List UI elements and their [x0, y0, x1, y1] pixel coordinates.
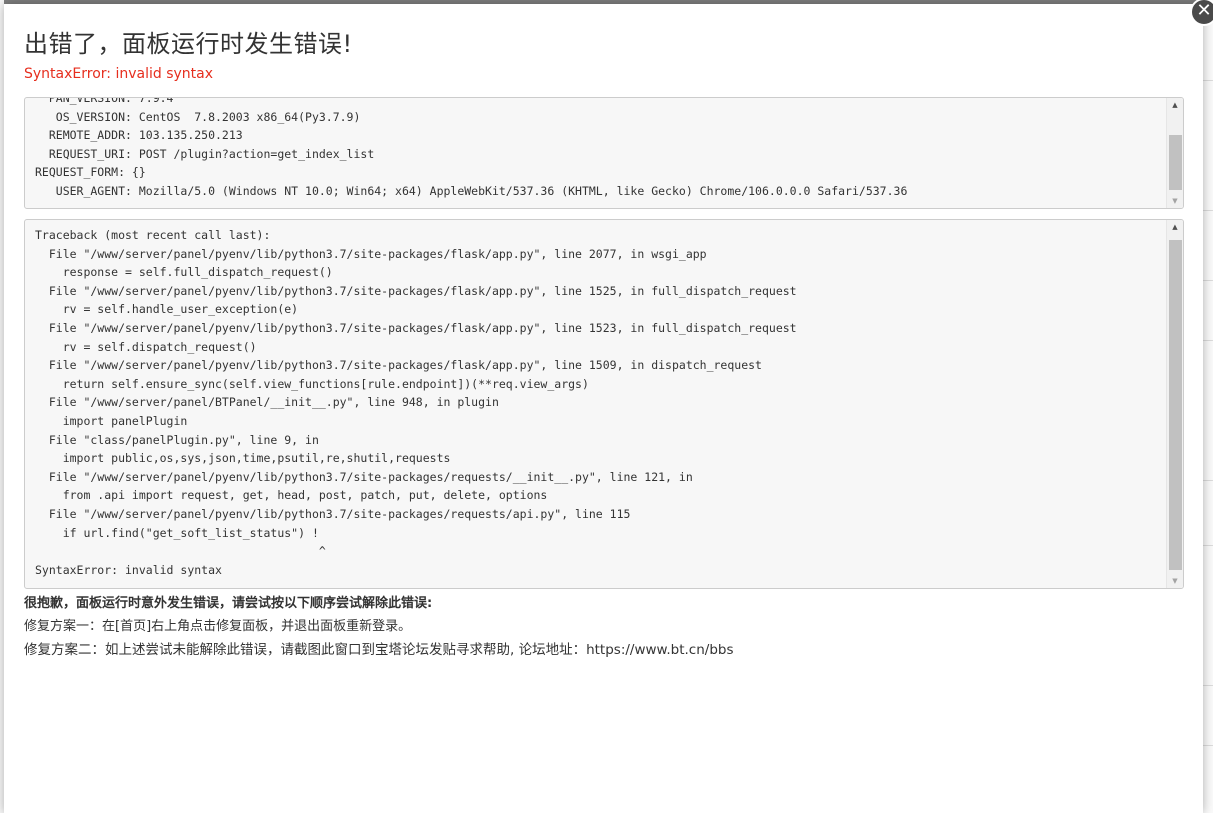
- env-line: REMOTE_ADDR: 103.135.250.213: [35, 128, 243, 143]
- dialog-title: 出错了，面板运行时发生错误!: [24, 30, 353, 58]
- trace-line: File "/www/server/panel/pyenv/lib/python…: [35, 506, 631, 521]
- traceback-text: Traceback (most recent call last): File …: [35, 226, 1165, 579]
- env-line: USER_AGENT: Mozilla/5.0 (Windows NT 10.0…: [35, 183, 908, 198]
- close-icon[interactable]: ✕: [1190, 0, 1213, 26]
- trace-line: File "/www/server/panel/pyenv/lib/python…: [35, 358, 762, 373]
- trace-line: if url.find("get_soft_list_status") !: [35, 525, 319, 540]
- trace-line: import panelPlugin: [35, 413, 188, 428]
- env-line: PAN_VERSION: 7.9.4: [35, 97, 174, 105]
- request-info-scrollbar[interactable]: ▲ ▼: [1166, 98, 1183, 208]
- trace-line: rv = self.handle_user_exception(e): [35, 302, 299, 317]
- trace-line: rv = self.dispatch_request(): [35, 339, 257, 354]
- scroll-up-icon[interactable]: ▲: [1167, 220, 1183, 234]
- trace-line: return self.ensure_sync(self.view_functi…: [35, 376, 589, 391]
- env-line: OS_VERSION: CentOS 7.8.2003 x86_64(Py3.7…: [35, 109, 361, 124]
- trace-line: ^: [35, 544, 326, 559]
- background-page-right-edge: [1203, 0, 1213, 813]
- trace-line: File "/www/server/panel/pyenv/lib/python…: [35, 469, 693, 484]
- scroll-thumb[interactable]: [1169, 135, 1182, 190]
- trace-line: File "/www/server/panel/pyenv/lib/python…: [35, 283, 797, 298]
- scroll-down-icon[interactable]: ▼: [1167, 194, 1183, 208]
- error-dialog: ✕ 出错了，面板运行时发生错误! SyntaxError: invalid sy…: [4, 0, 1213, 813]
- env-line: REQUEST_FORM: {}: [35, 165, 146, 180]
- error-summary: SyntaxError: invalid syntax: [24, 66, 213, 82]
- trace-line: Traceback (most recent call last):: [35, 228, 271, 242]
- fix-suggestions-title: 很抱歉，面板运行时意外发生错误，请尝试按以下顺序尝试解除此错误:: [24, 596, 433, 611]
- trace-line: File "/www/server/panel/pyenv/lib/python…: [35, 246, 707, 261]
- scroll-up-icon[interactable]: ▲: [1167, 98, 1183, 112]
- traceback-panel[interactable]: Traceback (most recent call last): File …: [24, 219, 1184, 589]
- fix-option-two: 修复方案二：如上述尝试未能解除此错误，请截图此窗口到宝塔论坛发贴寻求帮助, 论坛…: [24, 642, 734, 658]
- request-info-text: PAN_VERSION: 7.9.4 OS_VERSION: CentOS 7.…: [35, 97, 1165, 201]
- trace-line: File "/www/server/panel/BTPanel/__init__…: [35, 395, 499, 410]
- trace-line: File "/www/server/panel/pyenv/lib/python…: [35, 320, 797, 335]
- trace-line: SyntaxError: invalid syntax: [35, 562, 222, 577]
- trace-line: File "class/panelPlugin.py", line 9, in: [35, 432, 319, 447]
- scroll-down-icon[interactable]: ▼: [1167, 574, 1183, 588]
- request-info-panel[interactable]: PAN_VERSION: 7.9.4 OS_VERSION: CentOS 7.…: [24, 97, 1184, 209]
- trace-line: from .api import request, get, head, pos…: [35, 488, 548, 503]
- trace-line: response = self.full_dispatch_request(): [35, 265, 333, 280]
- fix-suggestions: 很抱歉，面板运行时意外发生错误，请尝试按以下顺序尝试解除此错误: 修复方案一：在…: [24, 594, 734, 663]
- env-line: REQUEST_URI: POST /plugin?action=get_ind…: [35, 146, 375, 161]
- traceback-scrollbar[interactable]: ▲ ▼: [1166, 220, 1183, 588]
- scroll-thumb[interactable]: [1169, 240, 1182, 570]
- fix-option-one: 修复方案一：在[首页]右上角点击修复面板，并退出面板重新登录。: [24, 619, 412, 634]
- trace-line: import public,os,sys,json,time,psutil,re…: [35, 451, 451, 466]
